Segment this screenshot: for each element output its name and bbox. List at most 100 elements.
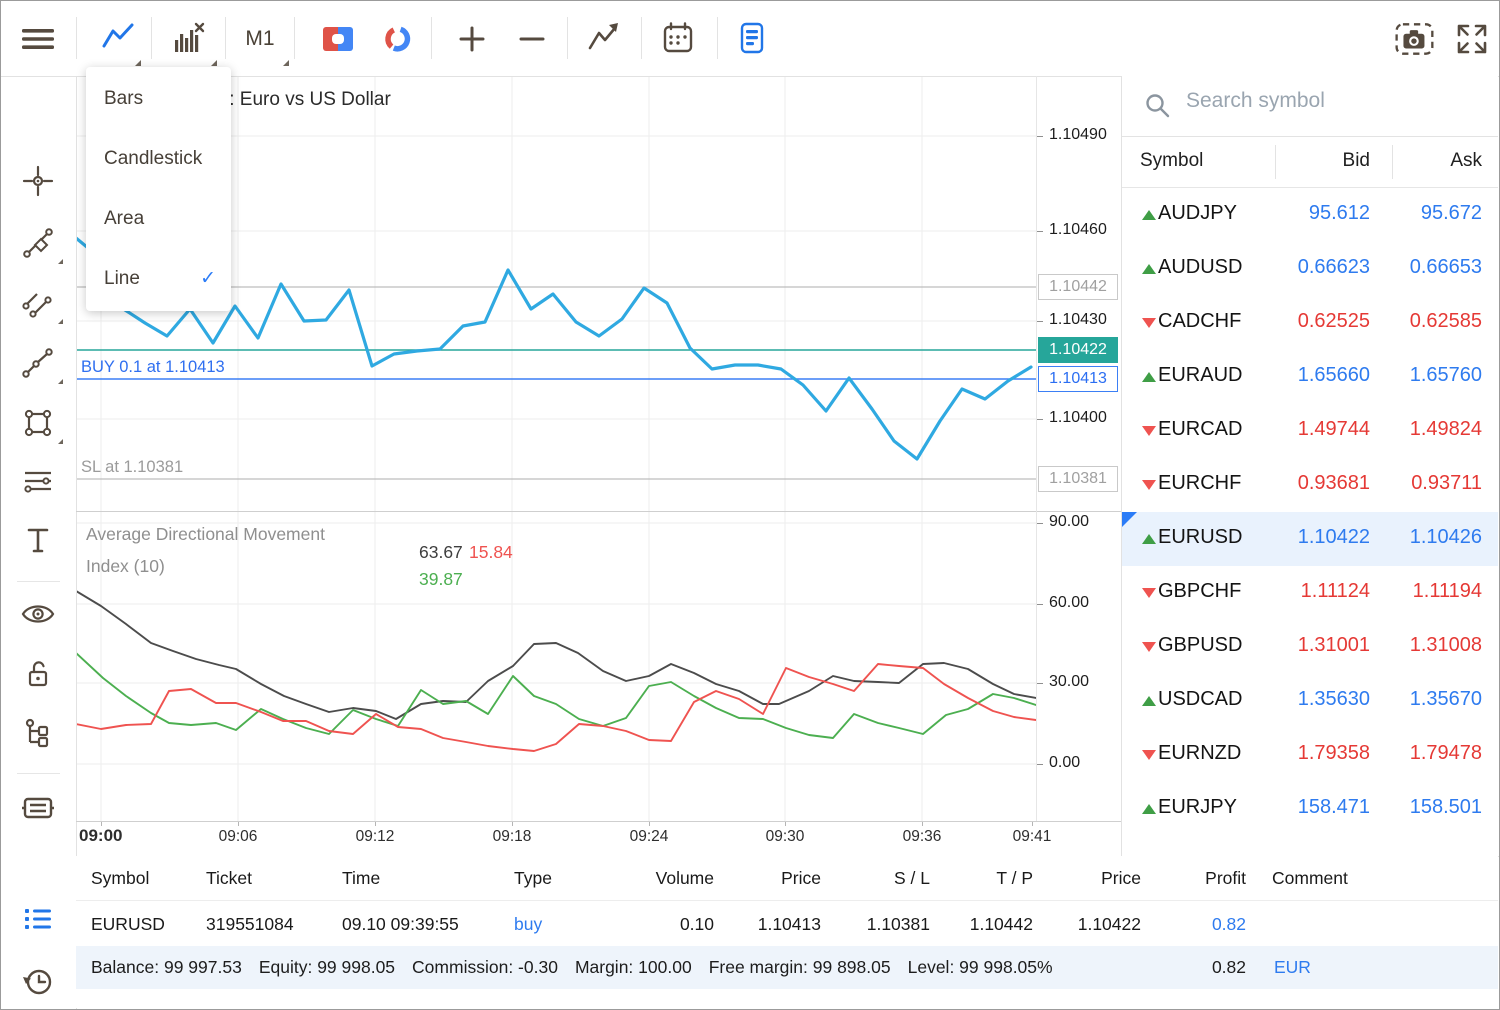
main-menu-button[interactable] (19, 20, 57, 58)
one-click-trading-button[interactable] (319, 20, 357, 58)
crosshair-icon (20, 163, 56, 199)
depth-of-market-button[interactable] (379, 20, 417, 58)
stop-loss-label[interactable]: SL at 1.10381 (81, 458, 183, 477)
market-row-gbpusd[interactable]: GBPUSD1.310011.31008 (1122, 620, 1498, 674)
toolbar: M1 (1, 1, 1499, 76)
text-icon (20, 523, 56, 559)
buy-order-label[interactable]: BUY 0.1 at 1.10413 (81, 358, 225, 377)
shapes-tool-button[interactable] (16, 401, 60, 445)
symbol-label: AUDUSD (1158, 256, 1242, 279)
market-row-audusd[interactable]: AUDUSD0.666230.66653 (1122, 242, 1498, 296)
price-box-current: 1.10422 (1038, 337, 1118, 363)
window-tile-button[interactable] (16, 786, 60, 830)
indicators-button[interactable] (585, 20, 623, 58)
menu-item-label: Line (104, 268, 140, 289)
market-row-eurnzd[interactable]: EURNZD1.793581.79478 (1122, 728, 1498, 782)
fibonacci-line-icon (20, 225, 56, 261)
chart-type-button[interactable] (100, 20, 138, 58)
economic-calendar-button[interactable] (659, 20, 697, 58)
trade-panel-toggle-button[interactable] (733, 20, 771, 58)
column-bid[interactable]: Bid (1343, 150, 1370, 172)
account-level: Level: 99 998.05% (908, 957, 1053, 978)
lines-tool-button[interactable] (16, 281, 60, 325)
object-tree-button[interactable] (16, 711, 60, 755)
market-row-gbpchf[interactable]: GBPCHF1.111241.11194 (1122, 566, 1498, 620)
account-free-margin: Free margin: 99 898.05 (709, 957, 891, 978)
market-row-cadchf[interactable]: CADCHF0.625250.62585 (1122, 296, 1498, 350)
text-tool-button[interactable] (16, 519, 60, 563)
search-input[interactable] (1184, 88, 1478, 114)
drawing-toolbar (1, 76, 76, 1009)
tiled-windows-icon (20, 790, 56, 826)
market-row-euraud[interactable]: EURAUD1.656601.65760 (1122, 350, 1498, 404)
price-box-tp: 1.10442 (1038, 274, 1118, 300)
horizontal-lines-tool-button[interactable] (16, 459, 60, 503)
symbol-label: EURJPY (1158, 796, 1237, 819)
market-row-audjpy[interactable]: AUDJPY95.61295.672 (1122, 188, 1498, 242)
fullscreen-arrows-icon (1454, 21, 1490, 57)
trade-tab-button[interactable] (16, 897, 60, 941)
indicator-delete-button[interactable] (170, 20, 208, 58)
indicator-name-line2: Index (10) (86, 556, 165, 577)
market-row-eurjpy[interactable]: EURJPY158.471158.501 (1122, 782, 1498, 836)
axis-tick-label: 90.00 (1049, 513, 1089, 531)
timeframe-button[interactable]: M1 (237, 20, 283, 58)
position-row[interactable]: EURUSD31955108409.10 09:39:55buy0.101.10… (76, 901, 1498, 947)
symbol-label: USDCAD (1158, 688, 1242, 711)
polyline-icon (20, 345, 56, 381)
ask-value: 158.501 (1410, 796, 1482, 819)
up-arrow-icon (1142, 264, 1156, 274)
pos-col-price: Price (1033, 868, 1141, 889)
up-arrow-icon (1142, 696, 1156, 706)
pos-type: buy (514, 914, 604, 935)
time-label: 09:06 (219, 828, 258, 846)
fullscreen-button[interactable] (1453, 20, 1491, 58)
channels-tool-button[interactable] (16, 341, 60, 385)
lock-button[interactable] (16, 652, 60, 696)
crosshair-tool-button[interactable] (16, 159, 60, 203)
visibility-button[interactable] (16, 592, 60, 636)
menu-item-bars[interactable]: Bars (86, 69, 231, 129)
tree-hierarchy-icon (20, 715, 56, 751)
market-row-eurchf[interactable]: EURCHF0.936810.93711 (1122, 458, 1498, 512)
market-row-eurcad[interactable]: EURCAD1.497441.49824 (1122, 404, 1498, 458)
levels-lines-icon (20, 463, 56, 499)
axis-tick-mark (1036, 136, 1043, 137)
pos-col-type: Type (514, 868, 604, 889)
menu-item-line[interactable]: Line ✓ (86, 249, 231, 309)
menu-item-candlestick[interactable]: Candlestick (86, 129, 231, 189)
market-row-usdcad[interactable]: USDCAD1.356301.35670 (1122, 674, 1498, 728)
symbol-label: GBPUSD (1158, 634, 1242, 657)
bid-value: 0.93681 (1298, 472, 1370, 495)
indicator-value-minus-di: 15.84 (469, 542, 513, 563)
symbol-label: EURAUD (1158, 364, 1242, 387)
search-icon (1144, 92, 1172, 120)
check-icon: ✓ (200, 249, 216, 309)
menu-item-area[interactable]: Area (86, 189, 231, 249)
axis-tick-mark (1036, 604, 1043, 605)
fibonacci-tool-button[interactable] (16, 221, 60, 265)
symbol-label: EURCHF (1158, 472, 1241, 495)
screenshot-button[interactable] (1393, 20, 1437, 58)
history-tab-button[interactable] (16, 959, 60, 1003)
axis-tick-label: 1.10490 (1049, 126, 1107, 144)
symbol-label: EURUSD (1158, 526, 1242, 549)
pos-ticket: 319551084 (206, 914, 342, 935)
column-symbol[interactable]: Symbol (1140, 150, 1203, 172)
down-arrow-icon (1142, 588, 1156, 598)
zoom-in-button[interactable] (453, 20, 491, 58)
trade-list-icon (20, 901, 56, 937)
history-clock-icon (20, 963, 56, 999)
axis-tick-label: 1.10460 (1049, 221, 1107, 239)
column-ask[interactable]: Ask (1450, 150, 1482, 172)
pos-volume: 0.10 (604, 914, 714, 935)
rectangle-shape-icon (20, 405, 56, 441)
menu-item-label: Bars (104, 88, 143, 109)
bid-value: 0.62525 (1298, 310, 1370, 333)
zoom-out-button[interactable] (513, 20, 551, 58)
time-label: 09:36 (903, 828, 942, 846)
market-row-eurusd[interactable]: EURUSD1.104221.10426 (1122, 512, 1498, 566)
trend-lines-icon (20, 285, 56, 321)
axis-tick-mark (1036, 321, 1043, 322)
bid-value: 1.49744 (1298, 418, 1370, 441)
